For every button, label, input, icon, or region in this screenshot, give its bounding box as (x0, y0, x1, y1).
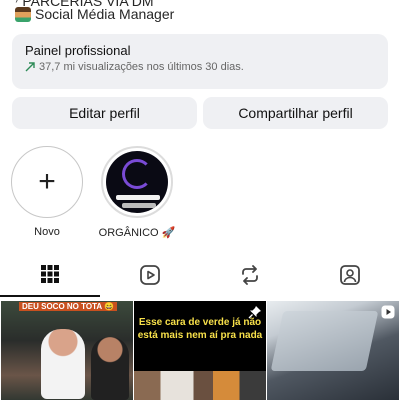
professional-dashboard[interactable]: Painel profissional 37,7 mi visualizaçõe… (12, 34, 388, 89)
grid-icon (41, 265, 59, 283)
repost-icon (242, 265, 258, 285)
profile-tabs (0, 253, 400, 297)
tagged-person-icon (340, 265, 360, 285)
post-thumbnail-3[interactable] (267, 301, 399, 400)
dashboard-views-text: 37,7 mi visualizações nos últimos 30 dia… (39, 61, 244, 73)
bio-role-line: Social Média Manager (15, 6, 174, 22)
tab-reels[interactable] (100, 253, 200, 297)
share-profile-button[interactable]: Compartilhar perfil (203, 97, 388, 129)
pin-icon (248, 306, 261, 319)
highlight-organico[interactable]: ORGÂNICO 🚀 (92, 146, 182, 239)
video-play-icon (381, 305, 395, 319)
reels-icon (140, 265, 160, 285)
post-caption-2: Esse cara de verde já não está mais nem … (137, 317, 263, 341)
highlight-new-circle[interactable]: + (11, 146, 83, 218)
highlight-organico-label: ORGÂNICO 🚀 (98, 227, 176, 239)
post-thumbnail-1[interactable]: DEU SOCO NO TOTA 😄 (1, 301, 133, 400)
tab-tagged[interactable] (300, 253, 400, 297)
dashboard-subtitle: 37,7 mi visualizações nos últimos 30 dia… (25, 61, 375, 73)
post-thumbnail-2[interactable]: Esse cara de verde já não está mais nem … (134, 301, 266, 400)
technologist-emoji-icon (15, 6, 31, 22)
plus-icon: + (38, 165, 56, 198)
highlight-new-label: Novo (34, 226, 60, 238)
highlight-new[interactable]: + Novo (2, 146, 92, 238)
bio-role-text: Social Média Manager (35, 6, 175, 22)
highlight-organico-circle[interactable] (101, 146, 173, 218)
dashboard-title: Painel profissional (25, 43, 131, 58)
posts-grid: DEU SOCO NO TOTA 😄 Esse cara de verde já… (0, 301, 400, 400)
trend-up-icon (25, 62, 35, 72)
edit-profile-button[interactable]: Editar perfil (12, 97, 197, 129)
highlight-cover-image (106, 151, 168, 213)
tab-reposts[interactable] (200, 253, 300, 297)
tab-grid[interactable] (0, 253, 100, 297)
post-caption-1: DEU SOCO NO TOTA 😄 (19, 302, 118, 311)
